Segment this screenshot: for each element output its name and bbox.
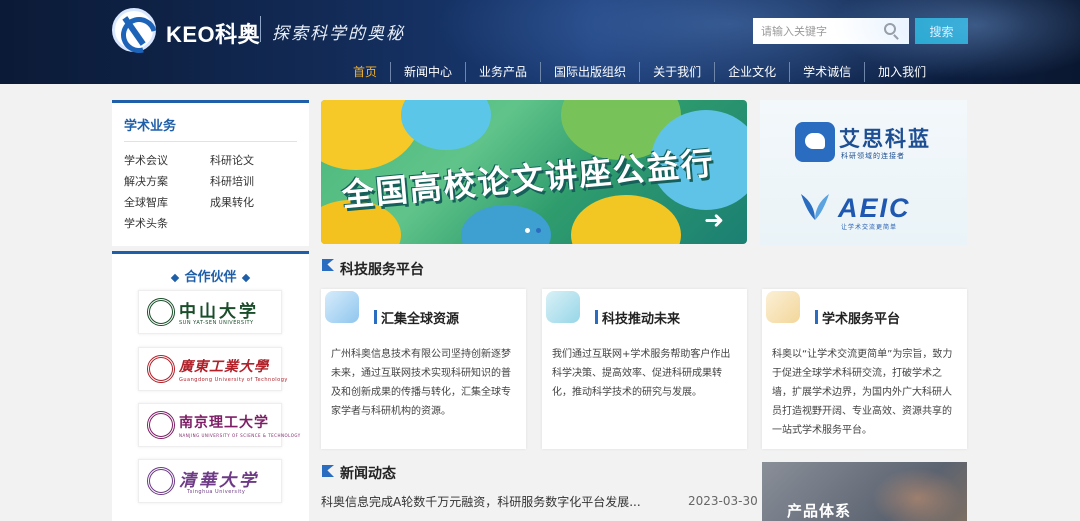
partner-name: 廣東工業大學 <box>179 359 269 375</box>
news-item-title[interactable]: 科奥信息完成A轮数千万元融资，科研服务数字化平台发展... <box>321 493 646 510</box>
nav-item-corporate-culture[interactable]: 企业文化 <box>715 62 791 82</box>
link-research-training[interactable]: 科研培训 <box>210 173 254 189</box>
academic-business-title: 学术业务 <box>124 119 177 134</box>
njust-emblem-icon <box>147 411 175 439</box>
globe-icon <box>325 291 359 323</box>
service-title: 科技推动未来 <box>602 312 681 327</box>
news-item-date: 2023-03-30 <box>688 494 758 508</box>
main-nav: 首页 新闻中心 业务产品 国际出版组织 关于我们 企业文化 学术诚信 加入我们 <box>340 62 939 82</box>
nav-item-international-publishing[interactable]: 国际出版组织 <box>541 62 641 82</box>
link-solutions[interactable]: 解决方案 <box>124 173 168 189</box>
nav-item-news-center[interactable]: 新闻中心 <box>391 62 467 82</box>
products-title: 产品体系 <box>787 502 852 520</box>
search-input[interactable] <box>753 18 909 44</box>
service-description: 广州科奥信息技术有限公司坚持创新逐梦未来，通过互联网技术实现科研知识的普及和创新… <box>331 349 511 417</box>
brand-name[interactable]: KEO科奥 <box>166 17 260 49</box>
service-card-tech-future[interactable]: 科技推动未来 我们通过互联网+学术服务帮助客户作出科学决策、提高效率、促进科研成… <box>542 289 747 449</box>
banner-decor-blob <box>401 100 491 150</box>
search-icon[interactable] <box>884 23 896 35</box>
link-achievement-transfer[interactable]: 成果转化 <box>210 194 254 210</box>
products-panel[interactable]: 产品体系 <box>762 462 967 521</box>
nav-item-join-us[interactable]: 加入我们 <box>865 62 939 82</box>
nav-item-business-products[interactable]: 业务产品 <box>466 62 542 82</box>
section-flag-icon <box>322 465 334 477</box>
partner-en-name: Guangdong University of Technology <box>179 377 288 383</box>
service-title: 学术服务平台 <box>822 312 901 327</box>
brand-divider <box>260 16 261 42</box>
hero-banner[interactable]: 全国高校论文讲座公益行 <box>321 100 747 244</box>
partner-en-name: NANJING UNIVERSITY OF SCIENCE & TECHNOLO… <box>179 433 301 438</box>
banner-decor-blob <box>571 195 681 244</box>
carousel-dot[interactable] <box>525 228 530 233</box>
academic-business-panel: 学术业务 学术会议 科研论文 解决方案 科研培训 全球智库 成果转化 学术头条 <box>112 100 309 246</box>
aisikelan-logo-icon <box>795 122 835 162</box>
panel-divider <box>124 141 297 142</box>
partner-name: 清華大学 <box>179 471 259 491</box>
partners-panel: 合作伙伴 中山大学 SUN YAT-SEN UNIVERSITY 廣東工業大學 … <box>112 251 309 521</box>
link-research-papers[interactable]: 科研论文 <box>210 152 254 168</box>
aisikelan-name: 艾思科蓝 <box>839 127 931 151</box>
nav-item-academic-integrity[interactable]: 学术诚信 <box>790 62 866 82</box>
section-flag-icon <box>322 259 334 271</box>
diamond-icon <box>241 273 250 282</box>
news-section-title: 新闻动态 <box>340 466 396 482</box>
services-section-title: 科技服务平台 <box>340 262 424 278</box>
title-accent-bar <box>595 310 598 324</box>
carousel-dot-active[interactable] <box>536 228 541 233</box>
partner-name: 中山大学 <box>179 302 259 322</box>
aeic-name: AEIC <box>838 193 911 223</box>
title-accent-bar <box>815 310 818 324</box>
partner-sun-yat-sen[interactable]: 中山大学 SUN YAT-SEN UNIVERSITY <box>138 290 282 334</box>
partner-guangdong-tech[interactable]: 廣東工業大學 Guangdong University of Technolog… <box>138 347 287 391</box>
brand-slogan: 探索科学的奥秘 <box>272 24 405 44</box>
partner-name: 南京理工大学 <box>179 415 269 431</box>
partner-en-name: SUN YAT-SEN UNIVERSITY <box>179 320 254 326</box>
nav-item-home[interactable]: 首页 <box>340 62 392 82</box>
nav-item-about-us[interactable]: 关于我们 <box>640 62 716 82</box>
service-card-academic-platform[interactable]: 学术服务平台 科奥以“让学术交流更简单”为宗旨，致力于促进全球学术科研交流，打破… <box>762 289 967 449</box>
partners-title: 合作伙伴 <box>112 266 309 285</box>
service-description: 我们通过互联网+学术服务帮助客户作出科学决策、提高效率、促进科研成果转化，推动科… <box>552 349 731 398</box>
gdut-emblem-icon <box>147 355 175 383</box>
banner-decor-blob <box>461 205 551 244</box>
title-accent-bar <box>374 310 377 324</box>
aeic-bird-icon <box>801 194 829 220</box>
service-description: 科奥以“让学术交流更简单”为宗旨，致力于促进全球学术科研交流，打破学术之墙，扩展… <box>772 349 953 436</box>
link-academic-conference[interactable]: 学术会议 <box>124 152 168 168</box>
service-card-global-resources[interactable]: 汇集全球资源 广州科奥信息技术有限公司坚持创新逐梦未来，通过互联网技术实现科研知… <box>321 289 526 449</box>
search-button[interactable]: 搜索 <box>915 18 968 44</box>
link-academic-headlines[interactable]: 学术头条 <box>124 215 168 231</box>
link-global-think-tank[interactable]: 全球智库 <box>124 194 168 210</box>
network-icon <box>546 291 580 323</box>
service-title: 汇集全球资源 <box>381 312 460 327</box>
tsinghua-emblem-icon <box>147 467 175 495</box>
aisikelan-tagline: 科研领域的连接者 <box>841 152 905 160</box>
academic-icon <box>766 291 800 323</box>
partner-en-name: Tsinghua University <box>187 489 246 495</box>
arrow-right-icon[interactable]: ➜ <box>704 206 724 234</box>
keo-logo-icon[interactable] <box>112 8 156 52</box>
sysu-emblem-icon <box>147 298 175 326</box>
partner-tsinghua[interactable]: 清華大学 Tsinghua University <box>138 459 282 503</box>
site-header: KEO科奥 探索科学的奥秘 搜索 首页 新闻中心 业务产品 国际出版组织 关于我… <box>0 0 1080 84</box>
aeic-tagline: 让学术交流更简单 <box>841 224 898 231</box>
diamond-icon <box>171 273 180 282</box>
partner-nanjing-tech[interactable]: 南京理工大学 NANJING UNIVERSITY OF SCIENCE & T… <box>138 403 300 447</box>
